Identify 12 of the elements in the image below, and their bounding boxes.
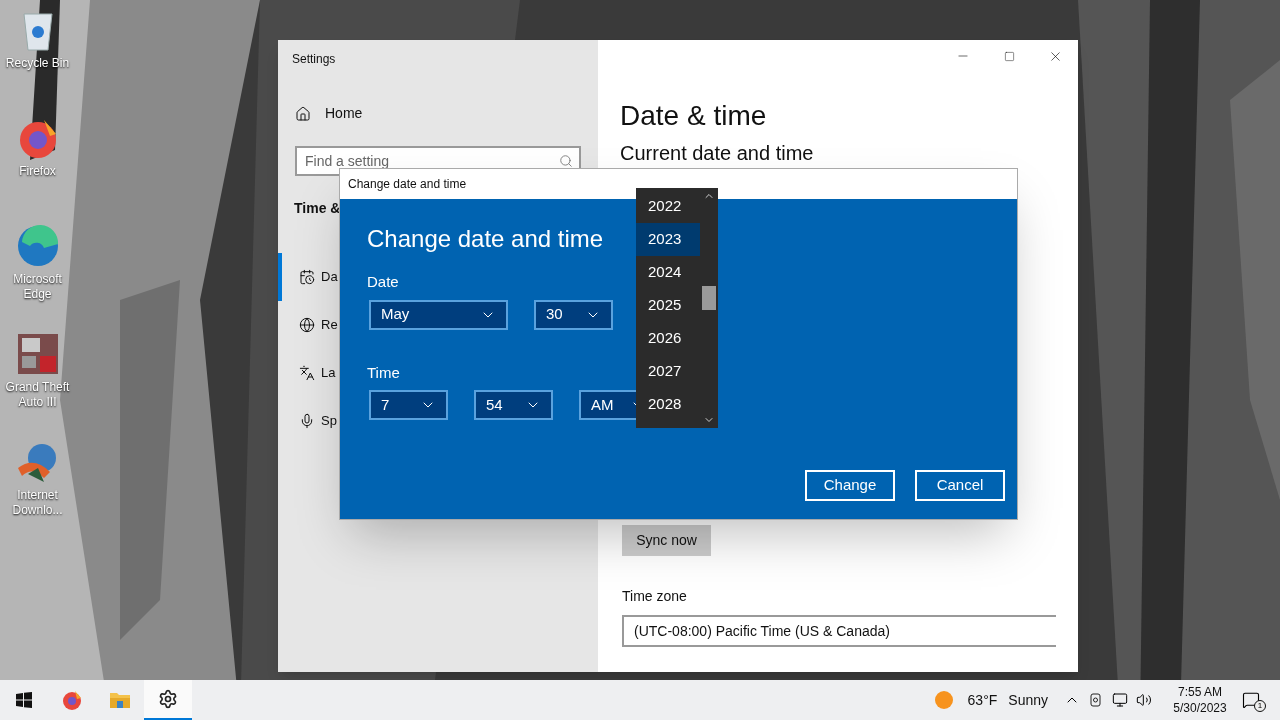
dialog-heading: Change date and time bbox=[367, 224, 604, 254]
time-label: Time bbox=[367, 362, 400, 383]
window-title: Settings bbox=[292, 51, 337, 68]
section-title: Current date and time bbox=[620, 143, 815, 163]
notification-badge: 1 bbox=[1254, 700, 1266, 712]
clock-date: 5/30/2023 bbox=[1173, 700, 1227, 716]
date-label: Date bbox=[367, 272, 399, 292]
page-title: Date & time bbox=[620, 99, 768, 133]
clock-time: 7:55 AM bbox=[1178, 684, 1222, 700]
dialog-title: Change date and time bbox=[348, 176, 467, 193]
section-heading: Time & bbox=[294, 199, 342, 218]
time-zone-label: Time zone bbox=[622, 587, 688, 606]
